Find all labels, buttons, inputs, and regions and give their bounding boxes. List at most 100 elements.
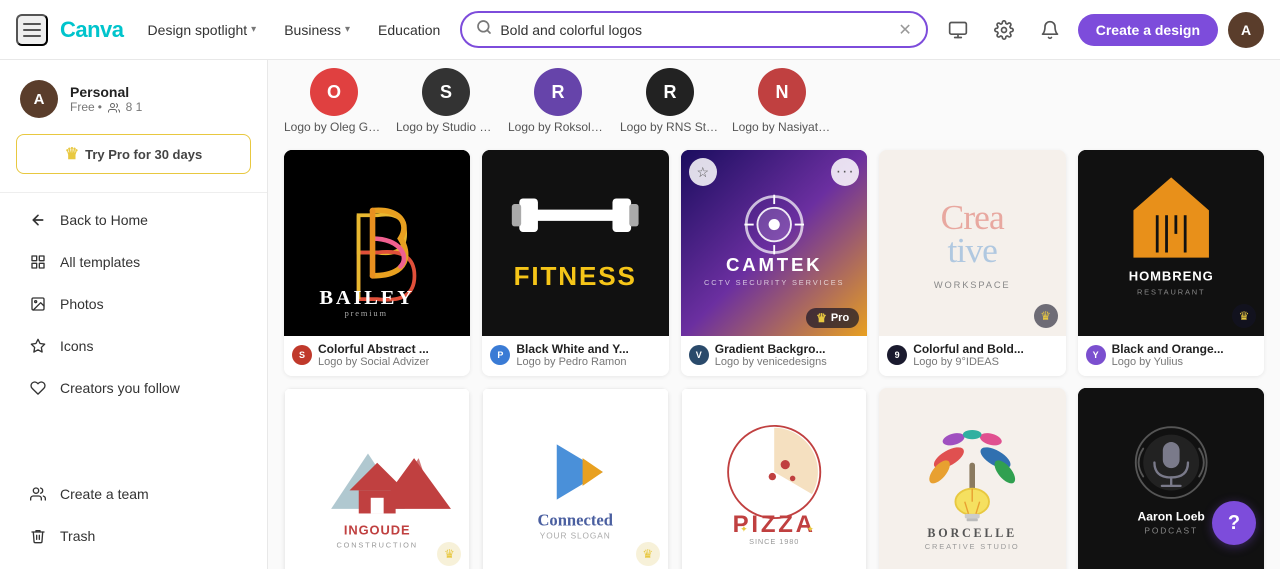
svg-text:✦: ✦ — [740, 524, 748, 534]
sidebar-user-info: Personal Free• 8 1 — [70, 84, 142, 114]
sidebar-item-trash[interactable]: Trash — [8, 516, 259, 556]
grid-icon — [28, 252, 48, 272]
svg-text:✦: ✦ — [806, 524, 814, 534]
logo-card-pizza[interactable]: PIZZA SINCE 1980 ✦ ✦ B Black and Red Piz… — [681, 388, 867, 569]
sidebar-item-photos[interactable]: Photos — [8, 284, 259, 324]
nav-education[interactable]: Education — [370, 16, 448, 44]
sidebar-item-all-templates[interactable]: All templates — [8, 242, 259, 282]
card-info: Y Black and Orange... Logo by Yulius — [1078, 336, 1264, 376]
author-avatar: R — [646, 68, 694, 116]
svg-text:Aaron Loeb: Aaron Loeb — [1137, 510, 1204, 524]
monitor-icon-button[interactable] — [940, 12, 976, 48]
content-area: O Logo by Oleg Gapeen... S Logo by Studi… — [268, 60, 1280, 569]
sidebar-user-name: Personal — [70, 84, 142, 100]
search-icon — [476, 19, 492, 40]
logo-card-creative[interactable]: Crea tive WORKSPACE ♛ 9 Colorful and Bo — [879, 150, 1065, 376]
card-info: P Black White and Y... Logo by Pedro Ram… — [482, 336, 668, 376]
canva-logo: Canva — [60, 17, 124, 43]
settings-icon-button[interactable] — [986, 12, 1022, 48]
crown-icon: ♛ — [1040, 309, 1051, 323]
card-author-avatar: 9 — [887, 345, 907, 365]
topnav-right: Create a design A — [940, 12, 1264, 48]
users-icon — [28, 484, 48, 504]
card-info: 9 Colorful and Bold... Logo by 9°IDEAS — [879, 336, 1065, 376]
svg-text:INGOUDE: INGOUDE — [344, 523, 411, 538]
sidebar-item-creators-follow[interactable]: Creators you follow — [8, 368, 259, 408]
svg-text:tive: tive — [948, 230, 998, 270]
author-item[interactable]: R Logo by Roksolana F... — [508, 68, 608, 134]
nav-business[interactable]: Business ▾ — [276, 16, 358, 44]
sidebar-user-plan: Free• 8 1 — [70, 100, 142, 114]
sidebar-user: A Personal Free• 8 1 — [0, 72, 267, 130]
pro-badge: ♛ Pro — [806, 308, 859, 328]
crown-icon: ♛ — [65, 144, 79, 164]
search-bar[interactable]: ✕ — [460, 11, 927, 48]
svg-text:BAILEY: BAILEY — [319, 287, 414, 309]
svg-text:CAMTEK: CAMTEK — [726, 254, 822, 275]
svg-text:CONSTRUCTION: CONSTRUCTION — [336, 541, 417, 550]
more-button[interactable]: ··· — [831, 158, 859, 186]
logo-card-ingoude[interactable]: INGOUDE CONSTRUCTION ♛ R Red and Black B… — [284, 388, 470, 569]
notification-icon-button[interactable] — [1032, 12, 1068, 48]
logo-card-hombreng[interactable]: HOMBRENG RESTAURANT ♛ Y Black and Orange… — [1078, 150, 1264, 376]
arrow-left-icon — [28, 210, 48, 230]
heart-icon — [28, 378, 48, 398]
svg-text:YOUR SLOGAN: YOUR SLOGAN — [540, 531, 611, 541]
logo-card-connected[interactable]: Connected YOUR SLOGAN ♛ C Colorful Bold … — [482, 388, 668, 569]
crown-badge: ♛ — [636, 542, 660, 566]
card-author-avatar: S — [292, 345, 312, 365]
chevron-down-icon: ▾ — [345, 24, 350, 35]
chevron-down-icon: ▾ — [251, 24, 256, 35]
sidebar-item-back-home[interactable]: Back to Home — [8, 200, 259, 240]
author-avatar: N — [758, 68, 806, 116]
author-item[interactable]: R Logo by RNS Studio — [620, 68, 720, 134]
card-author-avatar: V — [689, 345, 709, 365]
svg-text:premium: premium — [345, 309, 388, 318]
help-button[interactable]: ? — [1212, 501, 1256, 545]
sidebar-divider — [0, 192, 267, 193]
avatar[interactable]: A — [1228, 12, 1264, 48]
logo-card-bailey[interactable]: BAILEY premium S Colorful Abstract ... L… — [284, 150, 470, 376]
card-author-avatar: Y — [1086, 345, 1106, 365]
svg-text:Connected: Connected — [538, 511, 614, 530]
author-item[interactable]: O Logo by Oleg Gapeen... — [284, 68, 384, 134]
crown-icon: ♛ — [816, 311, 827, 325]
crown-icon: ♛ — [642, 547, 653, 561]
sidebar-avatar: A — [20, 80, 58, 118]
svg-text:HOMBRENG: HOMBRENG — [1128, 268, 1213, 283]
author-top-row: O Logo by Oleg Gapeen... S Logo by Studi… — [284, 60, 1264, 146]
svg-text:FITNESS: FITNESS — [514, 261, 637, 291]
crown-icon: ♛ — [444, 547, 455, 561]
nav-design-spotlight[interactable]: Design spotlight ▾ — [140, 16, 265, 44]
sidebar-item-create-team[interactable]: Create a team — [8, 474, 259, 514]
author-avatar: R — [534, 68, 582, 116]
create-design-button[interactable]: Create a design — [1078, 14, 1218, 46]
crown-badge: ♛ — [1034, 304, 1058, 328]
author-item[interactable]: S Logo by Studio RoMa — [396, 68, 496, 134]
pro-trial-button[interactable]: ♛ Try Pro for 30 days — [16, 134, 251, 174]
card-info: V Gradient Backgro... Logo by venicedesi… — [681, 336, 867, 376]
svg-text:CCTV SECURITY SERVICES: CCTV SECURITY SERVICES — [704, 278, 844, 287]
search-input[interactable] — [500, 22, 890, 38]
svg-text:RESTAURANT: RESTAURANT — [1137, 287, 1206, 296]
card-info: S Colorful Abstract ... Logo by Social A… — [284, 336, 470, 376]
svg-text:SINCE 1980: SINCE 1980 — [749, 537, 799, 546]
crown-icon: ♛ — [1239, 309, 1250, 323]
svg-text:PODCAST: PODCAST — [1144, 526, 1198, 536]
image-icon — [28, 294, 48, 314]
logo-card-camtek[interactable]: CAMTEK CCTV SECURITY SERVICES ☆ ··· ♛ Pr… — [681, 150, 867, 376]
svg-text:CREATIVE STUDIO: CREATIVE STUDIO — [925, 543, 1020, 552]
topnav: Canva Design spotlight ▾ Business ▾ Educ… — [0, 0, 1280, 60]
sidebar: A Personal Free• 8 1 ♛ Try Pro for 30 da… — [0, 60, 268, 569]
logo-card-fitness[interactable]: FITNESS P Black White and Y... Logo by P… — [482, 150, 668, 376]
svg-text:WORKSPACE: WORKSPACE — [934, 280, 1011, 290]
sidebar-item-icons[interactable]: Icons — [8, 326, 259, 366]
main-layout: A Personal Free• 8 1 ♛ Try Pro for 30 da… — [0, 60, 1280, 569]
trash-icon — [28, 526, 48, 546]
logo-grid: BAILEY premium S Colorful Abstract ... L… — [284, 146, 1264, 569]
star-button[interactable]: ☆ — [689, 158, 717, 186]
hamburger-button[interactable] — [16, 14, 48, 46]
search-clear-icon[interactable]: ✕ — [898, 20, 911, 40]
author-item[interactable]: N Logo by Nasiyat Akm... — [732, 68, 832, 134]
logo-card-borcelle[interactable]: BORCELLE CREATIVE STUDIO C Colorful Crea… — [879, 388, 1065, 569]
